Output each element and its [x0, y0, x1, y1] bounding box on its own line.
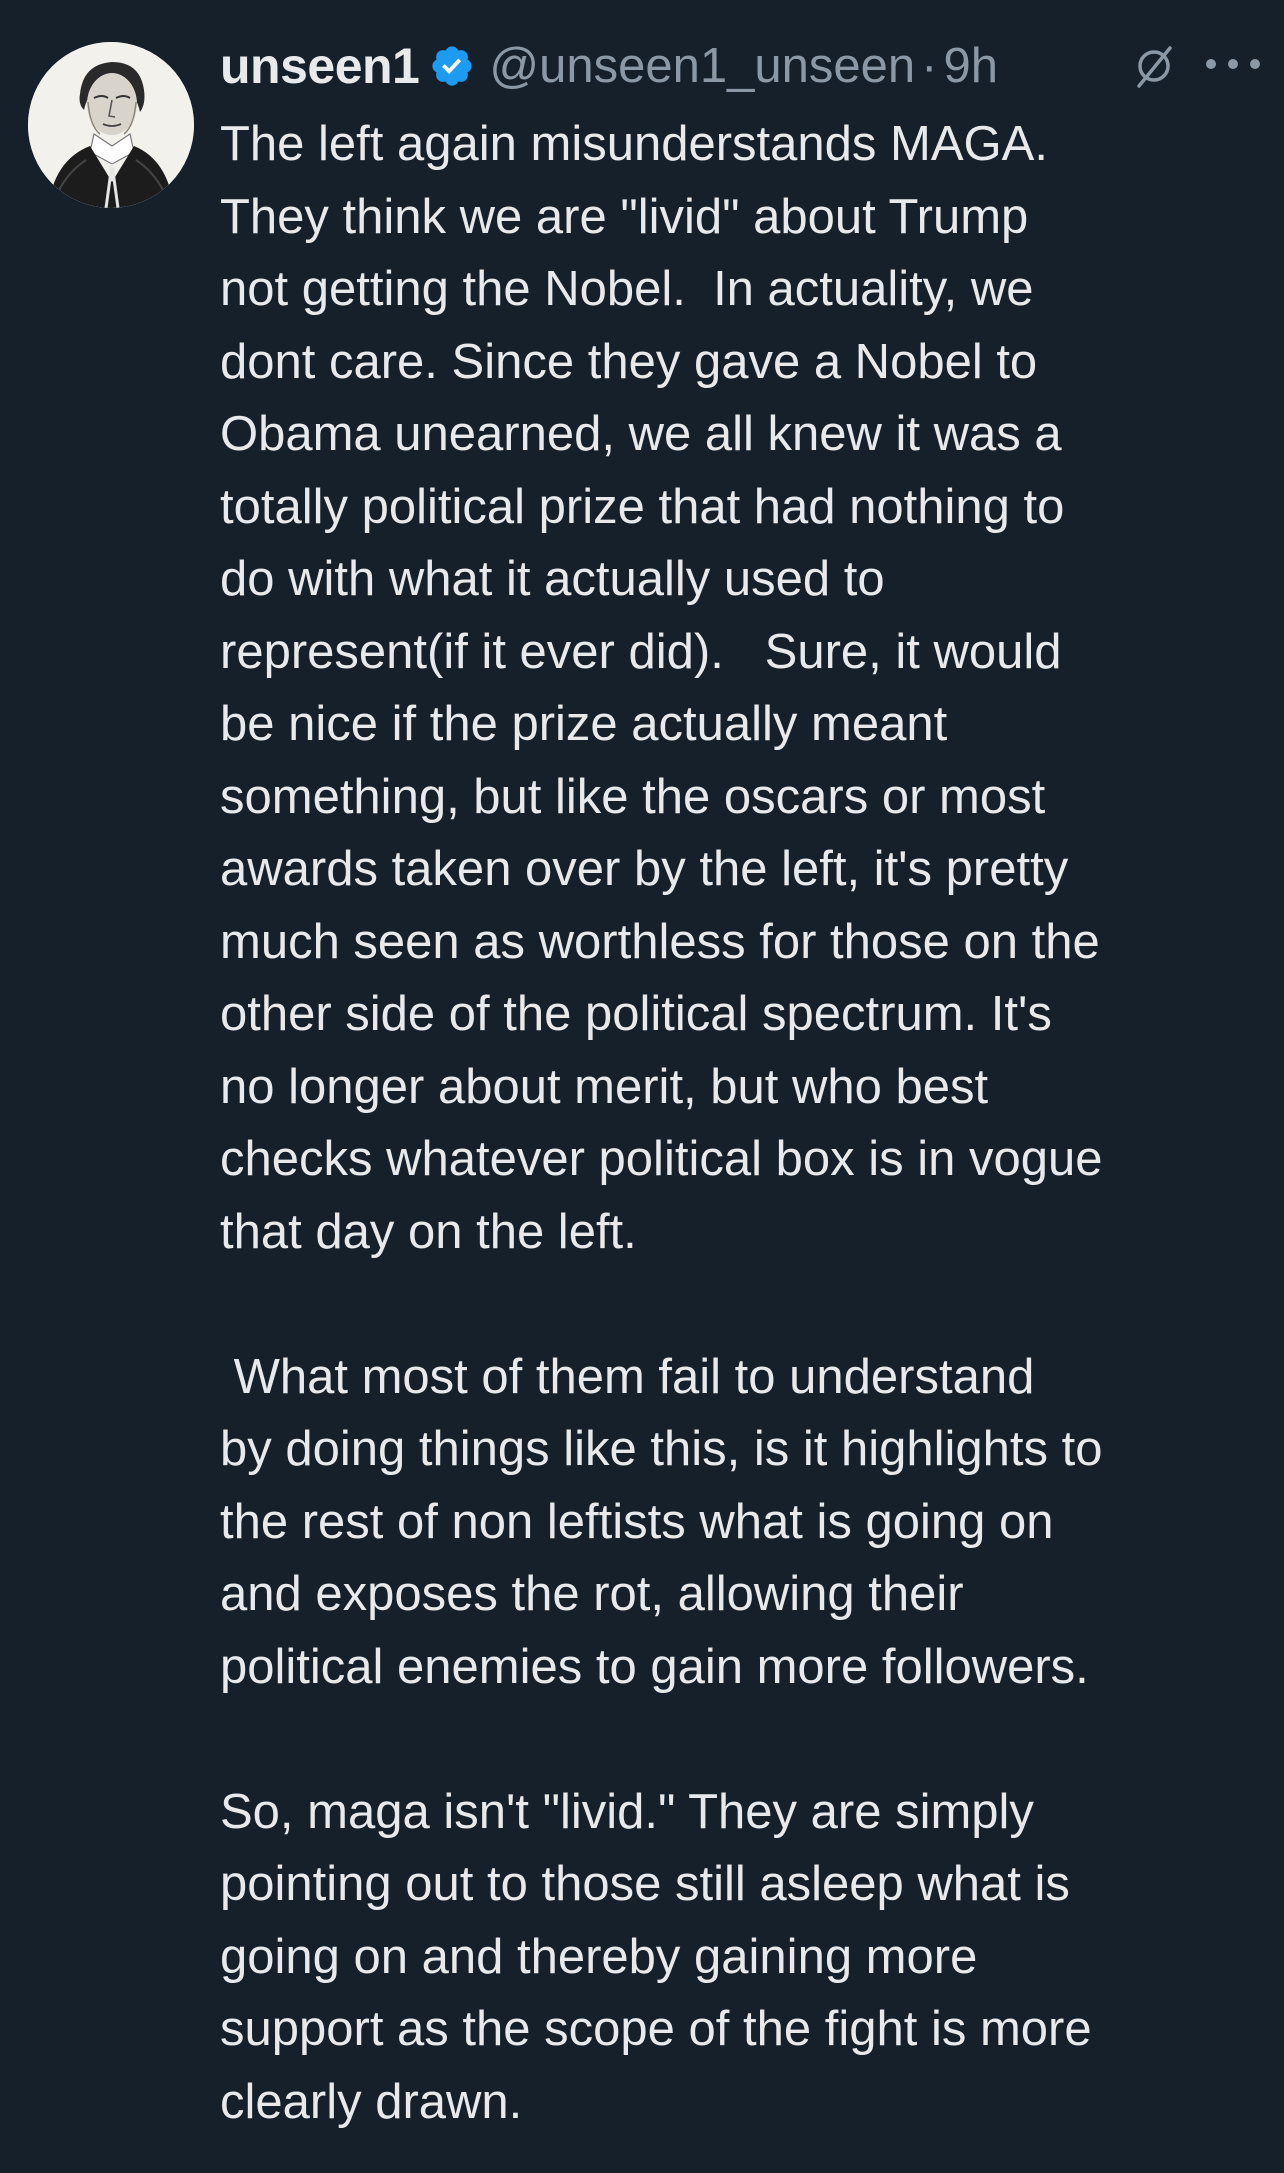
portrait-engraving-avatar — [28, 42, 194, 208]
verified-badge-icon[interactable] — [429, 43, 475, 89]
tweet[interactable]: unseen1 @unseen1_unseen · 9h The left ag… — [0, 0, 1284, 2173]
avatar[interactable] — [28, 42, 194, 208]
more-dot — [1228, 59, 1238, 69]
display-name[interactable]: unseen1 — [220, 37, 420, 95]
more-options-icon[interactable] — [1206, 40, 1260, 88]
more-dot — [1206, 59, 1216, 69]
tweet-text: The left again misunderstands MAGA. They… — [220, 117, 1103, 2129]
more-dot — [1250, 59, 1260, 69]
grok-slash-icon[interactable] — [1130, 42, 1178, 90]
user-handle[interactable]: @unseen1_unseen — [489, 38, 915, 94]
separator-dot: · — [921, 39, 938, 93]
timestamp[interactable]: 9h — [943, 38, 998, 94]
tweet-header: unseen1 @unseen1_unseen · 9h — [220, 28, 998, 104]
